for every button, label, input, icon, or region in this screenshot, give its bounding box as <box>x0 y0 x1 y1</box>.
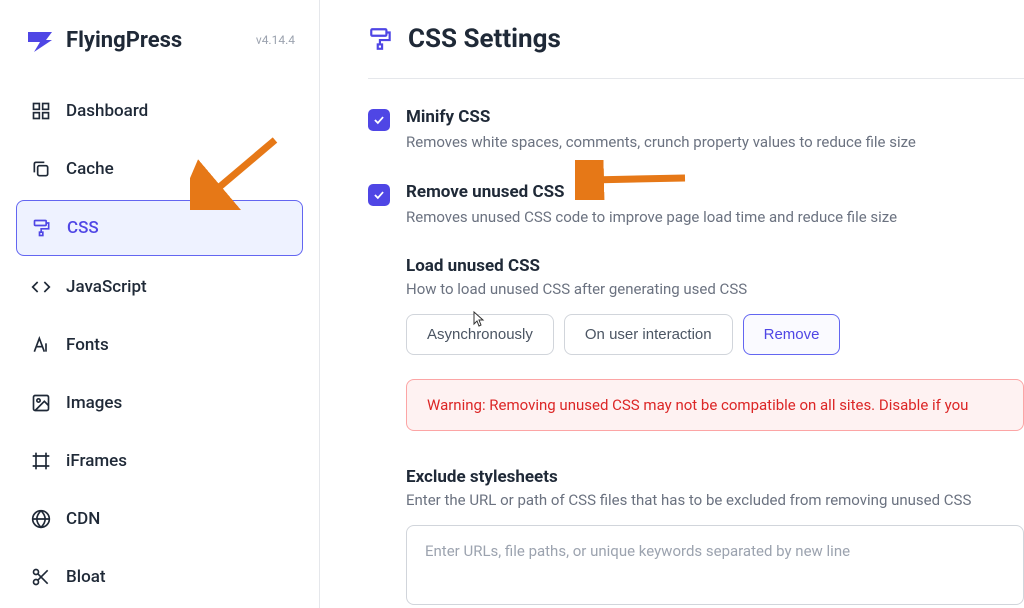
exclude-title: Exclude stylesheets <box>406 467 1024 487</box>
image-icon <box>30 392 52 414</box>
minify-css-desc: Removes white spaces, comments, crunch p… <box>406 131 1024 154</box>
code-icon <box>30 276 52 298</box>
paint-roller-icon <box>31 217 53 239</box>
scissors-icon <box>30 566 52 588</box>
sidebar-item-cache[interactable]: Cache <box>16 142 303 196</box>
load-option-remove[interactable]: Remove <box>743 314 841 355</box>
load-option-user-interaction[interactable]: On user interaction <box>564 314 733 355</box>
sidebar-item-label: CSS <box>67 218 99 238</box>
sidebar-item-bloat[interactable]: Bloat <box>16 550 303 604</box>
dashboard-icon <box>30 100 52 122</box>
sidebar-item-dashboard[interactable]: Dashboard <box>16 84 303 138</box>
minify-css-title: Minify CSS <box>406 107 1024 127</box>
copy-icon <box>30 158 52 180</box>
sidebar-item-label: JavaScript <box>66 277 147 297</box>
brand-name: FlyingPress <box>66 28 182 53</box>
minify-css-checkbox[interactable] <box>368 109 390 131</box>
page-header: CSS Settings <box>368 24 1024 79</box>
sidebar-item-iframes[interactable]: iFrames <box>16 434 303 488</box>
sidebar-item-javascript[interactable]: JavaScript <box>16 260 303 314</box>
sidebar-item-fonts[interactable]: Fonts <box>16 318 303 372</box>
sidebar-item-label: CDN <box>66 509 100 529</box>
sidebar-item-label: Fonts <box>66 335 109 355</box>
sidebar-item-label: Dashboard <box>66 101 148 121</box>
sidebar-item-css[interactable]: CSS <box>16 200 303 256</box>
exclude-stylesheets-input[interactable] <box>406 525 1024 605</box>
remove-unused-css-title: Remove unused CSS <box>406 182 1024 202</box>
warning-message: Warning: Removing unused CSS may not be … <box>406 379 1024 431</box>
load-option-asynchronously[interactable]: Asynchronously <box>406 314 554 355</box>
frame-icon <box>30 450 52 472</box>
sidebar-item-label: Cache <box>66 159 114 179</box>
sidebar-item-images[interactable]: Images <box>16 376 303 430</box>
load-unused-title: Load unused CSS <box>406 256 1024 276</box>
sidebar-item-label: Bloat <box>66 567 106 587</box>
remove-unused-css-desc: Removes unused CSS code to improve page … <box>406 206 1024 229</box>
font-icon <box>30 334 52 356</box>
sidebar-item-cdn[interactable]: CDN <box>16 492 303 546</box>
page-title: CSS Settings <box>408 24 561 54</box>
brand-logo: FlyingPress v4.14.4 <box>16 24 303 56</box>
load-unused-desc: How to load unused CSS after generating … <box>406 280 1024 298</box>
paint-roller-icon <box>368 26 394 52</box>
sidebar-item-label: Images <box>66 393 122 413</box>
globe-icon <box>30 508 52 530</box>
exclude-desc: Enter the URL or path of CSS files that … <box>406 491 1024 509</box>
sidebar-item-label: iFrames <box>66 451 127 471</box>
version-label: v4.14.4 <box>256 33 303 47</box>
remove-unused-css-checkbox[interactable] <box>368 184 390 206</box>
logo-icon <box>24 24 56 56</box>
